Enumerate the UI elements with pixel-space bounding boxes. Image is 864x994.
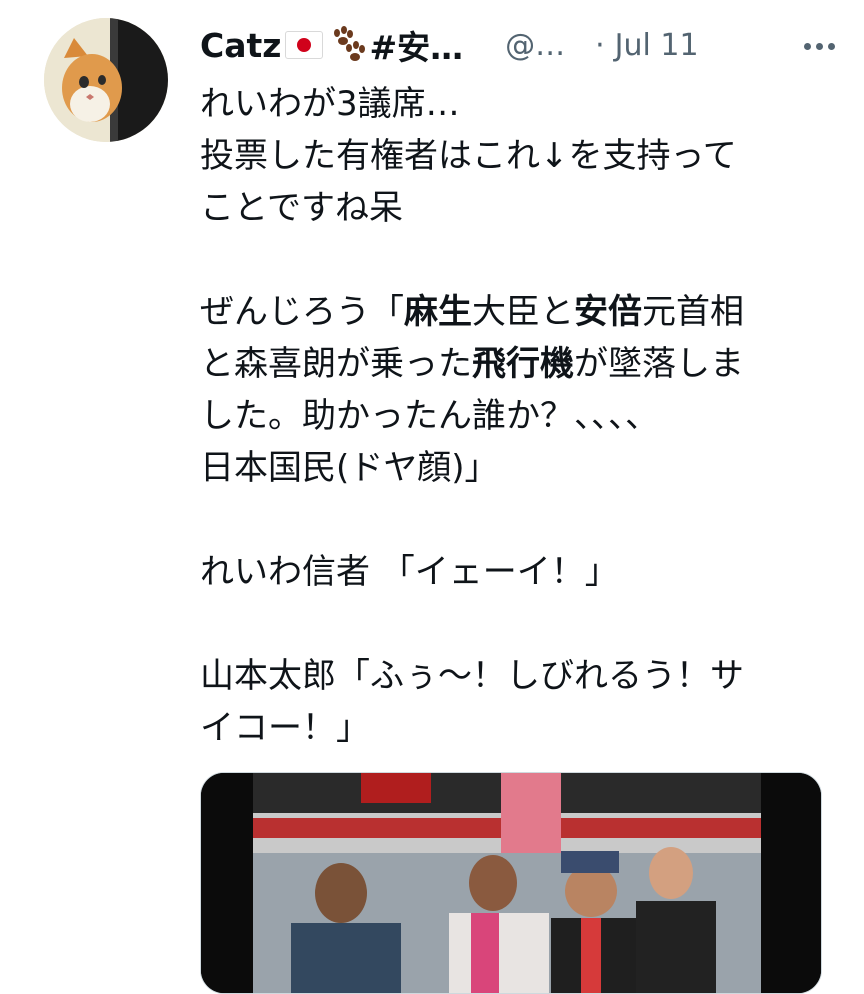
tweet-text-span: と森喜朗が乗った [200, 344, 472, 384]
separator-dot: · [595, 27, 605, 63]
tweet-text-line: 投票した有権者はこれ↓を支持って [200, 130, 820, 182]
tweet[interactable]: Catz #安… @… · Jul 11 れいわが3議席… 投票した有権者はこれ↓… [0, 0, 864, 994]
tweet-text-span: ことですね呆 [200, 188, 403, 228]
tweet-text-line: ぜんじろう「麻生大臣と安倍元首相 [200, 286, 820, 338]
tweet-header: Catz #安… @… · Jul 11 [200, 22, 840, 68]
tweet-date[interactable]: Jul 11 [615, 28, 699, 63]
avatar[interactable] [44, 18, 168, 142]
tweet-text-span: 日本国民(ドヤ顔)」 [200, 448, 499, 488]
tweet-text-bold: 麻生 [404, 292, 472, 332]
tweet-text-span: 大臣と [472, 292, 574, 332]
tweet-text-line: れいわが3議席… [200, 78, 820, 130]
display-name-suffix[interactable]: #安… [369, 21, 463, 69]
user-handle[interactable]: @… [505, 28, 565, 63]
tweet-text-line: した。助かったん誰か？、、、、 [200, 390, 820, 442]
tweet-text-span: れいわが3議席… [200, 84, 460, 124]
tweet-text-blank-line [200, 494, 820, 546]
tweet-text-line: ことですね呆 [200, 182, 820, 234]
tweet-text: れいわが3議席… 投票した有権者はこれ↓を支持って ことですね呆 ぜんじろう「麻生大臣… [200, 78, 820, 754]
tweet-text-line: と森喜朗が乗った飛行機が墜落しま [200, 338, 820, 390]
tweet-text-span: ぜんじろう「 [200, 292, 404, 332]
video-frame [201, 773, 821, 993]
tweet-text-blank-line [200, 234, 820, 286]
tweet-text-bold: 安倍 [574, 292, 642, 332]
tweet-text-span: 元首相 [642, 292, 744, 332]
tweet-text-span: した。助かったん誰か？、、、、 [200, 396, 659, 436]
tweet-text-span: 投票した有権者はこれ↓を支持って [200, 136, 737, 176]
tweet-media-video[interactable] [200, 772, 822, 994]
tweet-text-span: が墜落しま [574, 344, 744, 384]
japan-flag-icon [285, 31, 324, 59]
tweet-text-span: 山本太郎「ふぅ〜！しびれるう！サ [200, 656, 744, 696]
tweet-text-span: れいわ信者 「イェーイ！」 [200, 552, 619, 592]
more-horizontal-icon[interactable] [800, 30, 840, 60]
tweet-text-blank-line [200, 598, 820, 650]
display-name[interactable]: Catz [200, 26, 281, 65]
tweet-text-line: イコー！」 [200, 702, 820, 754]
tweet-text-line: れいわ信者 「イェーイ！」 [200, 546, 820, 598]
paw-prints-icon [334, 26, 366, 61]
tweet-text-line: 日本国民(ドヤ顔)」 [200, 442, 820, 494]
tweet-text-bold: 飛行機 [472, 344, 574, 384]
tweet-text-span: イコー！」 [200, 708, 370, 748]
tweet-text-line: 山本太郎「ふぅ〜！しびれるう！サ [200, 650, 820, 702]
